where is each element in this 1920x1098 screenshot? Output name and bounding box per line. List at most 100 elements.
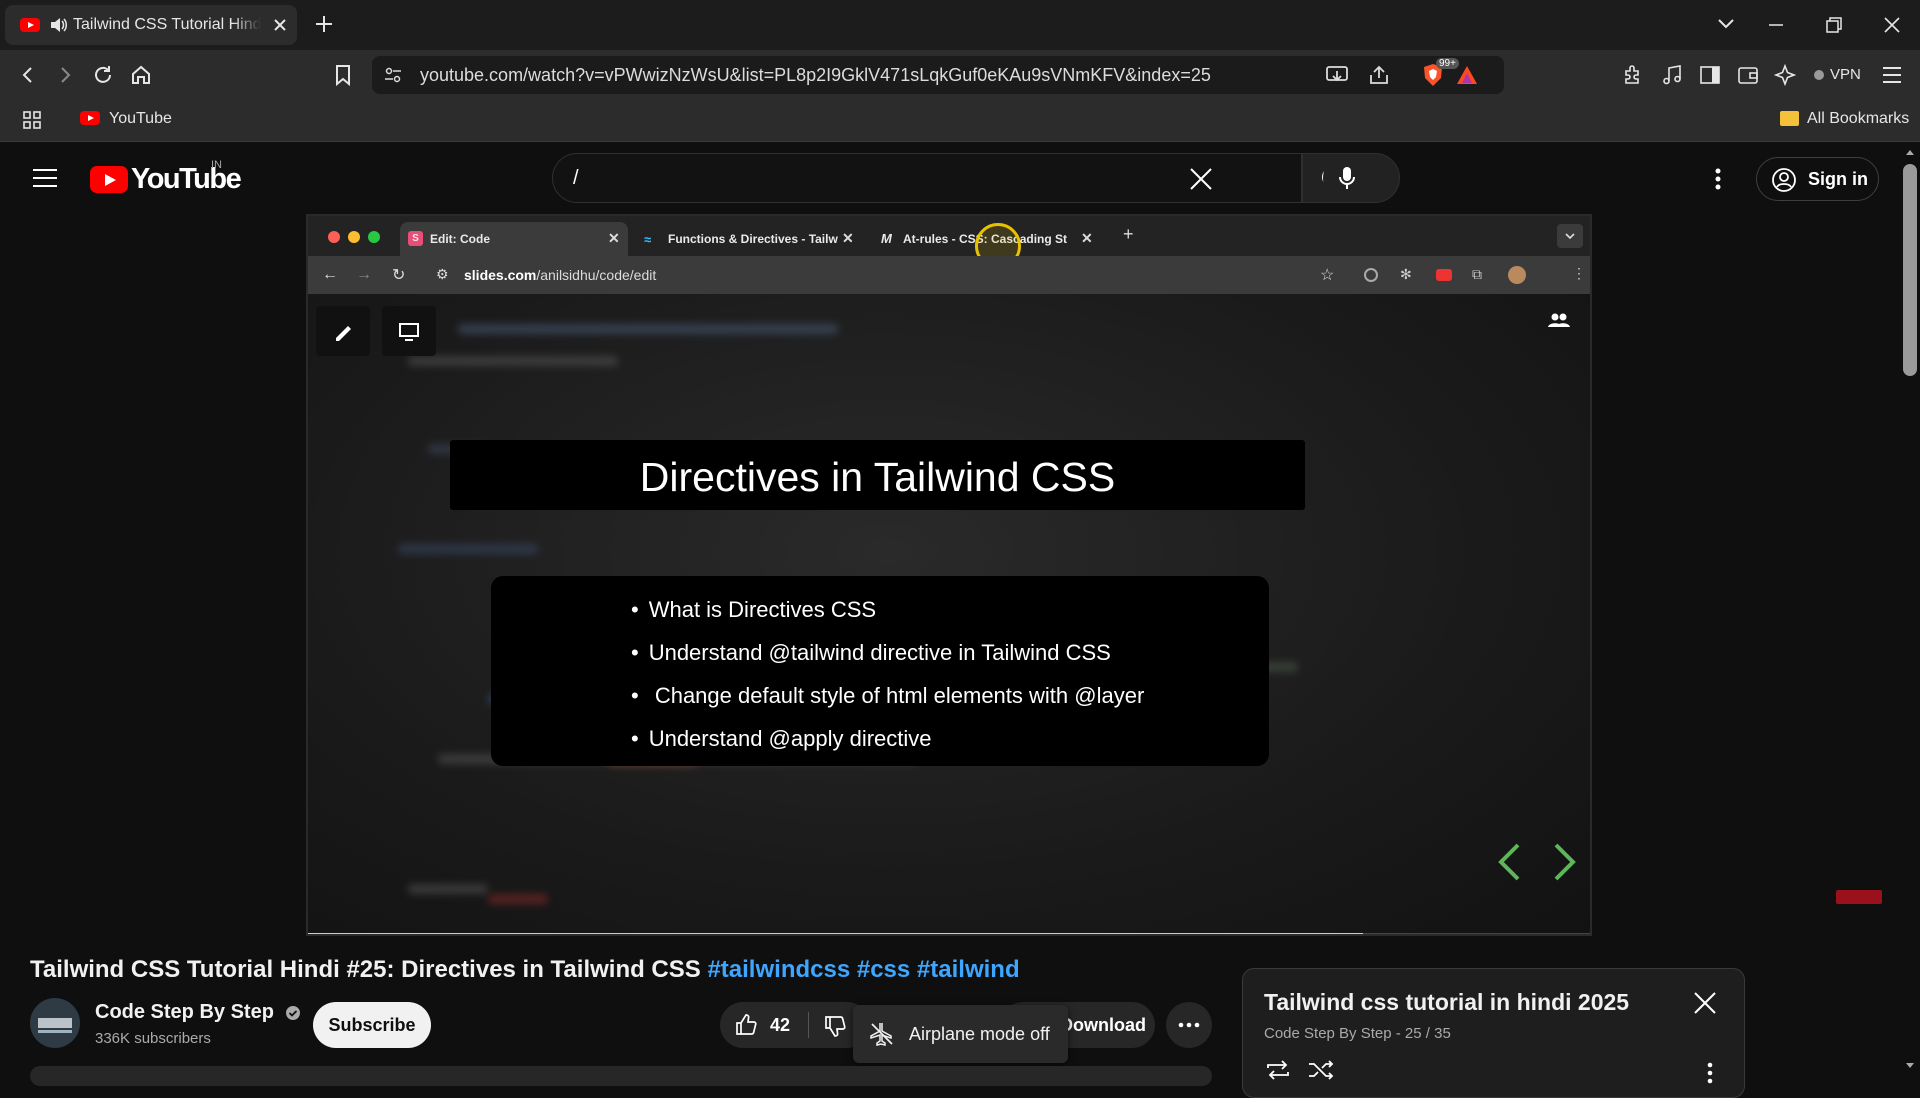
scroll-down-arrow-icon[interactable]: [1905, 1062, 1915, 1070]
thumbs-down-icon: [823, 1014, 847, 1038]
home-icon[interactable]: [130, 64, 152, 86]
extensions-icon[interactable]: [1622, 64, 1644, 86]
airplane-mode-toast: Airplane mode off: [853, 1005, 1068, 1063]
vpn-button[interactable]: VPN: [1808, 63, 1874, 87]
account-icon: [1771, 167, 1797, 193]
all-bookmarks-button[interactable]: All Bookmarks: [1807, 110, 1909, 128]
clear-search-icon[interactable]: [1189, 167, 1213, 191]
media-icon[interactable]: [1661, 64, 1683, 86]
leo-ai-icon[interactable]: [1774, 64, 1796, 86]
recorded-address-url: slides.com/anilsidhu/code/edit: [464, 267, 656, 283]
video-title: Tailwind CSS Tutorial Hindi #25: Directi…: [30, 956, 1020, 984]
shuffle-playlist-icon[interactable]: [1307, 1059, 1335, 1081]
recorded-profile-avatar: [1508, 266, 1526, 284]
slide-prev-arrow-icon: [1496, 842, 1522, 882]
like-count: 42: [770, 1015, 791, 1035]
subscriber-count: 336K subscribers: [95, 1030, 211, 1047]
verified-check-icon: [285, 1005, 301, 1021]
new-tab-icon[interactable]: [314, 14, 334, 34]
toast-text: Airplane mode off: [909, 1024, 1050, 1044]
slide-bullet: What is Directives CSS: [631, 588, 1144, 631]
site-info-icon[interactable]: [384, 66, 402, 84]
mac-minimize-dot: [348, 231, 360, 243]
youtube-wordmark: YouTube: [131, 163, 242, 195]
playlist-panel: Tailwind css tutorial in hindi 2025 Code…: [1242, 968, 1745, 1098]
recorded-reload-icon: ↻: [392, 267, 406, 284]
sidebar-icon[interactable]: [1699, 65, 1721, 85]
scrollbar-thumb[interactable]: [1903, 164, 1917, 376]
description-box[interactable]: [30, 1066, 1212, 1086]
slide-bullets-box: What is Directives CSS Understand @tailw…: [491, 576, 1269, 766]
wallet-icon[interactable]: [1737, 65, 1759, 85]
slides-favicon-icon: S: [408, 231, 423, 246]
more-actions-button[interactable]: [1166, 1002, 1212, 1048]
more-options-icon[interactable]: [1714, 167, 1722, 191]
speaker-icon[interactable]: [50, 17, 68, 33]
mac-close-dot: [328, 231, 340, 243]
video-title-text: Tailwind CSS Tutorial Hindi #25: Directi…: [30, 956, 701, 983]
recorded-new-tab-icon: +: [1123, 224, 1134, 244]
youtube-favicon-icon: [20, 18, 40, 32]
video-progress-bar[interactable]: [308, 933, 1590, 934]
thumbs-up-icon: [734, 1013, 758, 1037]
slide-title-box: Directives in Tailwind CSS: [450, 440, 1305, 510]
present-icon: [382, 306, 436, 356]
scroll-up-arrow-icon[interactable]: [1905, 148, 1915, 156]
video-progress-fill: [308, 933, 1363, 934]
channel-avatar[interactable]: [30, 998, 80, 1048]
slide-bullet: Understand @apply directive: [631, 717, 1144, 760]
recorded-browser-tabs: S Edit: Code ✕ ≈ Functions & Directives …: [308, 216, 1590, 269]
blurred-code-line: [458, 324, 838, 334]
browser-tab-strip: Tailwind CSS Tutorial Hindi #: [0, 0, 1920, 50]
hashtag-link[interactable]: #tailwind: [917, 956, 1020, 983]
sign-in-button[interactable]: Sign in: [1756, 157, 1879, 201]
voice-search-button[interactable]: [1323, 154, 1371, 202]
recorded-url-host: slides.com: [464, 267, 537, 283]
hashtag-link[interactable]: #tailwindcss: [707, 956, 850, 983]
loop-playlist-icon[interactable]: [1264, 1059, 1292, 1081]
recorded-tab-2: ≈ Functions & Directives - Tailw ✕: [634, 222, 864, 256]
address-bar[interactable]: youtube.com/watch?v=vPWwizNzWsU&list=PL8…: [372, 56, 1504, 94]
address-url: youtube.com/watch?v=vPWwizNzWsU&list=PL8…: [420, 65, 1211, 85]
folder-icon: [1780, 111, 1799, 126]
download-label: Download: [1060, 1015, 1146, 1035]
restore-icon[interactable]: [1826, 17, 1842, 33]
forward-icon[interactable]: [55, 65, 75, 85]
blurred-code-line: [408, 356, 618, 366]
like-dislike-group: 42: [720, 1002, 870, 1048]
playlist-more-icon[interactable]: [1706, 1061, 1714, 1085]
browser-tab-active[interactable]: Tailwind CSS Tutorial Hindi #: [5, 5, 297, 45]
recorded-tab-label: Functions & Directives - Tailw: [668, 232, 838, 246]
hashtag-link[interactable]: #css: [857, 956, 910, 983]
recorded-star-icon: ☆: [1320, 267, 1335, 284]
minimize-icon[interactable]: [1768, 23, 1784, 27]
back-icon[interactable]: [18, 65, 38, 85]
youtube-logo-icon: [90, 166, 128, 193]
tab-close-icon[interactable]: [273, 18, 287, 32]
share-icon[interactable]: [1368, 65, 1390, 85]
reload-icon[interactable]: [92, 64, 114, 86]
cast-install-icon[interactable]: [1326, 65, 1348, 85]
bookmark-icon[interactable]: [334, 64, 352, 86]
like-button[interactable]: 42: [720, 1002, 808, 1048]
window-close-icon[interactable]: [1883, 16, 1901, 34]
mdn-favicon-icon: M: [881, 231, 892, 246]
video-player[interactable]: S Edit: Code ✕ ≈ Functions & Directives …: [306, 214, 1592, 936]
search-input[interactable]: /: [552, 153, 1302, 203]
subscribe-button[interactable]: Subscribe: [313, 1002, 431, 1048]
recorded-forward-icon: →: [356, 266, 372, 283]
recorded-tab-1: S Edit: Code ✕: [400, 222, 628, 256]
apps-grid-icon[interactable]: [22, 110, 42, 130]
main-menu-icon[interactable]: [1882, 66, 1902, 84]
channel-name[interactable]: Code Step By Step: [95, 1001, 301, 1024]
blurred-code-line: [488, 894, 548, 904]
brave-rewards-icon[interactable]: [1456, 65, 1478, 85]
channel-watermark-icon[interactable]: [1836, 890, 1882, 904]
recorded-back-icon: ←: [322, 266, 338, 283]
playlist-title[interactable]: Tailwind css tutorial in hindi 2025: [1264, 989, 1629, 1016]
tab-search-chevron-icon[interactable]: [1716, 17, 1736, 31]
hamburger-menu-icon[interactable]: [32, 168, 58, 188]
playlist-close-icon[interactable]: [1693, 991, 1717, 1015]
collaborators-icon: [1546, 310, 1572, 330]
region-code: IN: [211, 159, 222, 171]
